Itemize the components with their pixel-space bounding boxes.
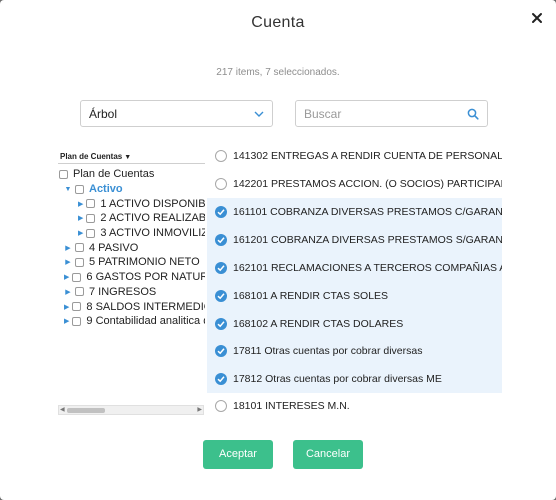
checked-circle-icon[interactable] <box>215 290 227 302</box>
caret-right-icon[interactable]: ▶ <box>64 317 69 325</box>
list-item[interactable]: 142201 PRESTAMOS ACCION. (O SOCIOS) PART… <box>207 170 502 198</box>
tree-checkbox[interactable] <box>72 272 82 282</box>
caret-right-icon[interactable]: ▶ <box>64 288 72 296</box>
list-item-label: 17811 Otras cuentas por cobrar diversas <box>233 345 423 357</box>
chevron-down-icon <box>254 111 264 117</box>
tree-node[interactable]: ▶ 3 ACTIVO INMOVILIZADO <box>58 226 205 241</box>
list-item[interactable]: 162101 RECLAMACIONES A TERCEROS COMPAÑIA… <box>207 254 502 282</box>
caret-right-icon[interactable]: ▶ <box>64 258 72 266</box>
list-item-label: 18101 INTERESES M.N. <box>233 400 350 412</box>
caret-right-icon[interactable]: ▶ <box>64 244 72 252</box>
tree-node[interactable]: ▶ 9 Contabilidad analitica de <box>58 314 205 329</box>
caret-right-icon[interactable]: ▶ <box>78 229 83 237</box>
tree-checkbox[interactable] <box>75 287 84 297</box>
list-item[interactable]: 161101 COBRANZA DIVERSAS PRESTAMOS C/GAR… <box>207 198 502 226</box>
tree-label: Plan de Cuentas <box>73 168 155 181</box>
checked-circle-icon[interactable] <box>215 373 227 385</box>
tree-node[interactable]: ▶ 4 PASIVO <box>58 240 205 255</box>
list-item-label: 141302 ENTREGAS A RENDIR CUENTA DE PERSO… <box>233 150 502 162</box>
account-tree: Plan de Cuentas ▼ Plan de Cuentas ▼ Activo… <box>58 152 205 417</box>
checked-circle-icon[interactable] <box>215 206 227 218</box>
caret-right-icon[interactable]: ▶ <box>78 200 83 208</box>
account-dialog: Cuenta 217 items, 7 seleccionados. Árbol… <box>0 0 556 500</box>
tree-label: 1 ACTIVO DISPONIBLE <box>100 197 205 210</box>
search-input[interactable] <box>304 102 464 126</box>
checked-circle-icon[interactable] <box>215 318 227 330</box>
tree-label: 2 ACTIVO REALIZABLE <box>100 212 205 225</box>
list-item[interactable]: 141302 ENTREGAS A RENDIR CUENTA DE PERSO… <box>207 148 502 170</box>
tree-label: 6 GASTOS POR NATURALEZA <box>86 271 205 284</box>
tree-node[interactable]: ▶ 7 INGRESOS <box>58 285 205 300</box>
list-item-label: 168102 A RENDIR CTAS DOLARES <box>233 318 404 330</box>
sort-down-icon: ▼ <box>124 154 132 161</box>
tree-node[interactable]: ▶ 1 ACTIVO DISPONIBLE <box>58 196 205 211</box>
tree-checkbox[interactable] <box>75 257 84 267</box>
scrollbar-thumb[interactable] <box>67 408 105 413</box>
selection-summary: 217 items, 7 seleccionados. <box>216 67 340 78</box>
tree-checkbox[interactable] <box>75 243 84 253</box>
tree-label: 5 PATRIMONIO NETO <box>89 256 200 269</box>
tree-node[interactable]: ▶ 8 SALDOS INTERMEDIOS <box>58 299 205 314</box>
tree-node[interactable]: ▶ 5 PATRIMONIO NETO <box>58 255 205 270</box>
search-icon[interactable] <box>467 108 479 120</box>
tree-checkbox[interactable] <box>72 302 82 312</box>
cancel-button[interactable]: Cancelar <box>293 440 363 469</box>
view-mode-value: Árbol <box>89 107 118 121</box>
checked-circle-icon[interactable] <box>215 345 227 357</box>
dialog-title: Cuenta <box>251 14 305 31</box>
list-item-label: 168101 A RENDIR CTAS SOLES <box>233 290 389 302</box>
search-box <box>295 100 488 127</box>
list-item-label: 161101 COBRANZA DIVERSAS PRESTAMOS C/GAR… <box>233 206 502 218</box>
tree-label: 9 Contabilidad analitica de <box>86 315 205 328</box>
list-item-label: 161201 COBRANZA DIVERSAS PRESTAMOS S/GAR… <box>233 234 502 246</box>
list-item[interactable]: 168101 A RENDIR CTAS SOLES <box>207 282 502 310</box>
tree-node[interactable]: ▶ 2 ACTIVO REALIZABLE <box>58 211 205 226</box>
caret-right-icon[interactable]: ▶ <box>78 214 83 222</box>
list-item-label: 17812 Otras cuentas por cobrar diversas … <box>233 373 442 385</box>
accept-button[interactable]: Aceptar <box>203 440 273 469</box>
list-item-label: 162101 RECLAMACIONES A TERCEROS COMPAÑIA… <box>233 262 502 274</box>
unchecked-circle-icon[interactable] <box>215 178 227 190</box>
tree-label: 4 PASIVO <box>89 241 139 254</box>
list-item[interactable]: 168102 A RENDIR CTAS DOLARES <box>207 310 502 338</box>
list-item[interactable]: 18101 INTERESES M.N. <box>207 392 502 418</box>
list-item-label: 142201 PRESTAMOS ACCION. (O SOCIOS) PART… <box>233 178 502 190</box>
tree-checkbox[interactable] <box>86 213 96 223</box>
tree-checkbox[interactable] <box>72 316 82 326</box>
caret-right-icon[interactable]: ▶ <box>64 303 69 311</box>
tree-checkbox[interactable] <box>86 199 96 209</box>
scroll-right-icon[interactable]: ▶ <box>197 406 202 413</box>
tree-node[interactable]: ▶ 6 GASTOS POR NATURALEZA <box>58 270 205 285</box>
tree-checkbox[interactable] <box>75 184 84 194</box>
tree-label: Activo <box>89 183 123 196</box>
list-item[interactable]: 161201 COBRANZA DIVERSAS PRESTAMOS S/GAR… <box>207 226 502 254</box>
tree-root[interactable]: Plan de Cuentas <box>58 167 205 182</box>
checked-circle-icon[interactable] <box>215 262 227 274</box>
tree-horizontal-scrollbar[interactable]: ◀ ▶ <box>58 405 204 415</box>
view-mode-select[interactable]: Árbol <box>80 100 273 127</box>
tree-header[interactable]: Plan de Cuentas ▼ <box>58 152 205 164</box>
list-item[interactable]: 17811 Otras cuentas por cobrar diversas <box>207 337 502 365</box>
tree-label: 7 INGRESOS <box>89 285 157 298</box>
checked-circle-icon[interactable] <box>215 234 227 246</box>
tree-label: 8 SALDOS INTERMEDIOS <box>86 300 205 313</box>
close-icon[interactable] <box>530 11 544 25</box>
tree-label: 3 ACTIVO INMOVILIZADO <box>100 227 205 240</box>
account-list: 141302 ENTREGAS A RENDIR CUENTA DE PERSO… <box>207 148 502 418</box>
list-item[interactable]: 17812 Otras cuentas por cobrar diversas … <box>207 365 502 393</box>
unchecked-circle-icon[interactable] <box>215 150 227 162</box>
tree-checkbox[interactable] <box>86 228 96 238</box>
caret-right-icon[interactable]: ▶ <box>64 273 69 281</box>
unchecked-circle-icon[interactable] <box>215 400 227 412</box>
tree-checkbox[interactable] <box>59 169 68 179</box>
scroll-left-icon[interactable]: ◀ <box>60 406 65 413</box>
tree-node[interactable]: ▼ Activo <box>58 182 205 197</box>
caret-down-icon[interactable]: ▼ <box>64 186 72 193</box>
